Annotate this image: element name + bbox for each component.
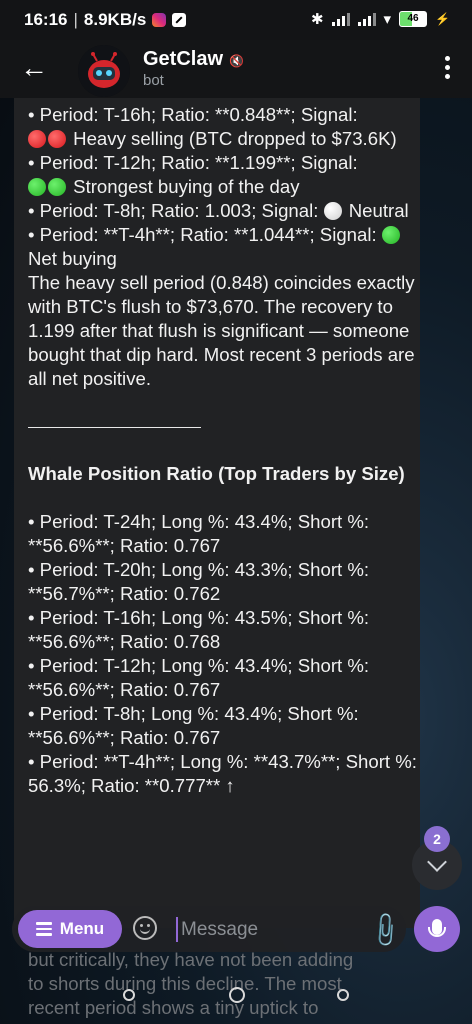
- message-line: • Period: T-16h; Ratio: **0.848**; Signa…: [28, 104, 358, 125]
- message-line: • Period: T-8h; Ratio: 1.003; Signal: Ne…: [28, 200, 409, 221]
- green-circle-icon: [381, 226, 400, 244]
- chat-header: ← GetClaw 🔇 bot: [0, 40, 472, 98]
- message-paragraph: The heavy sell period (0.848) coincides …: [28, 272, 415, 389]
- green-circle-icon: [28, 178, 46, 196]
- list-item: • Period: T-12h; Long %: 43.4%; Short %:…: [28, 655, 370, 700]
- list-item: • Period: T-16h; Long %: 43.5%; Short %:…: [28, 607, 370, 652]
- nav-recents-button[interactable]: [123, 989, 135, 1001]
- system-nav-bar: [0, 980, 472, 1024]
- menu-button-label: Menu: [59, 919, 105, 938]
- bot-avatar[interactable]: [78, 45, 130, 97]
- list-item: • Period: T-20h; Long %: 43.3%; Short %:…: [28, 559, 370, 604]
- text-caret: [176, 917, 178, 942]
- list-item: • Period: T-24h; Long %: 43.4%; Short %:…: [28, 511, 370, 556]
- message-line: Heavy selling (BTC dropped to $73.6K): [28, 127, 418, 151]
- message-line: • Period: T-12h; Ratio: **1.199**; Signa…: [28, 152, 358, 173]
- chat-title-text: GetClaw: [143, 48, 224, 70]
- nav-home-button[interactable]: [229, 987, 245, 1003]
- network-speed: 8.9KB/s: [83, 10, 147, 29]
- list-item: • Period: **T-4h**; Long %: **43.7%**; S…: [28, 751, 417, 796]
- message-input[interactable]: [179, 915, 353, 945]
- charging-icon: ⚡: [435, 12, 450, 26]
- app-notification-icon: [172, 13, 187, 27]
- back-arrow-icon[interactable]: ←: [20, 54, 48, 82]
- chat-title[interactable]: GetClaw 🔇: [143, 48, 244, 71]
- message-line: • Period: **T-4h**; Ratio: **1.044**; Si…: [28, 223, 418, 271]
- unread-badge: 2: [424, 826, 450, 852]
- white-circle-icon: [323, 202, 342, 220]
- battery-level: 46: [407, 13, 419, 24]
- section-title: Whale Position Ratio (Top Traders by Siz…: [28, 463, 405, 484]
- hamburger-icon: [35, 922, 52, 936]
- message-composer: Menu 📎: [12, 906, 406, 952]
- instagram-icon: [152, 13, 167, 27]
- red-circle-icon: [48, 130, 66, 148]
- cell-signal-2-icon: [357, 12, 376, 26]
- chat-subtitle: bot: [143, 72, 164, 89]
- message-line: Strongest buying of the day: [28, 175, 418, 199]
- status-bar: 16:16 | 8.9KB/s ✱ ▾ 46 ⚡: [0, 0, 472, 40]
- divider: [28, 427, 201, 428]
- battery-icon: 46: [399, 11, 428, 27]
- voice-record-button[interactable]: [414, 906, 460, 952]
- status-time: 16:16: [24, 10, 68, 29]
- red-circle-icon: [28, 130, 46, 148]
- cell-signal-icon: [331, 12, 350, 26]
- muted-icon: 🔇: [229, 54, 244, 68]
- message-bubble: • Period: T-16h; Ratio: **0.848**; Signa…: [14, 98, 420, 928]
- bluetooth-icon: ✱: [310, 11, 324, 28]
- chevron-down-icon: [427, 852, 447, 872]
- nav-back-button[interactable]: [337, 989, 349, 1001]
- emoji-icon[interactable]: [133, 916, 157, 940]
- wifi-icon: ▾: [383, 11, 392, 28]
- microphone-icon: [428, 919, 446, 937]
- menu-button[interactable]: Menu: [18, 910, 122, 948]
- more-options-icon[interactable]: [445, 56, 450, 79]
- message-text: • Period: T-16h; Ratio: **0.848**; Signa…: [28, 98, 418, 798]
- list-item: • Period: T-8h; Long %: 43.4%; Short %: …: [28, 703, 359, 748]
- paperclip-icon[interactable]: 📎: [364, 910, 406, 952]
- green-circle-icon: [48, 178, 66, 196]
